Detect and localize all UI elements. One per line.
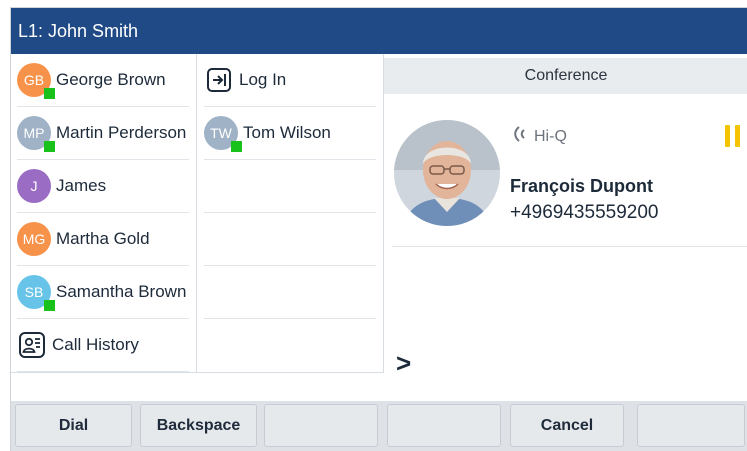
empty-softkey[interactable] (264, 404, 378, 447)
call-history-label: Call History (52, 335, 139, 354)
contact-samantha-brown[interactable]: SB Samantha Brown (17, 266, 189, 319)
avatar: J (17, 169, 51, 203)
contact-martha-gold[interactable]: MG Martha Gold (17, 213, 189, 266)
hiq-icon (510, 124, 530, 149)
presence-available-icon (44, 88, 55, 99)
divider (392, 246, 747, 247)
contact-name: Samantha Brown (56, 282, 187, 301)
conference-header: Conference (384, 58, 747, 94)
contact-name: Tom Wilson (243, 123, 331, 142)
contact-george-brown[interactable]: GB George Brown (17, 54, 189, 107)
contact-tom-wilson[interactable]: TW Tom Wilson (204, 107, 376, 160)
softkey-bar: Dial Backspace Cancel (11, 401, 747, 451)
contact-martin-perderson[interactable]: MP Martin Perderson (17, 107, 189, 160)
line-title: L1: John Smith (18, 21, 139, 41)
dial-softkey[interactable]: Dial (15, 404, 132, 447)
login-label: Log In (239, 70, 287, 89)
caller-name: François Dupont (510, 176, 653, 196)
empty-softkey[interactable] (387, 404, 501, 447)
call-panel: Conference Hi-Q François Dupont +4969435… (384, 58, 747, 402)
empty-key[interactable] (204, 160, 376, 213)
avatar: MP (17, 116, 55, 152)
presence-available-icon (231, 141, 242, 152)
login-button[interactable]: Log In (204, 54, 376, 107)
call-history-icon (17, 330, 47, 360)
line-title-bar: L1: John Smith (11, 8, 747, 54)
dial-prompt: > (396, 348, 412, 378)
codec-label: Hi-Q (534, 127, 567, 145)
contact-name: George Brown (56, 70, 166, 89)
avatar: SB (17, 275, 55, 311)
empty-key[interactable] (204, 213, 376, 266)
cancel-softkey[interactable]: Cancel (510, 404, 624, 447)
login-icon (204, 65, 234, 95)
empty-softkey[interactable] (637, 404, 745, 447)
contact-name: Martin Perderson (56, 123, 187, 142)
contact-name: James (56, 176, 107, 195)
presence-available-icon (44, 141, 55, 152)
contact-name: Martha Gold (56, 229, 150, 248)
speed-dial-column-1: GB George Brown MP Martin Perderson J Ja… (11, 54, 197, 372)
backspace-softkey[interactable]: Backspace (140, 404, 257, 447)
avatar: TW (204, 116, 242, 152)
avatar: GB (17, 63, 55, 99)
caller-photo (394, 120, 500, 226)
speed-dial-column-2: Log In TW Tom Wilson (197, 54, 384, 372)
hold-pause-icon[interactable] (724, 124, 742, 153)
empty-key[interactable] (204, 266, 376, 319)
phone-screen: L1: John Smith GB George Brown MP Martin… (10, 7, 747, 451)
avatar: MG (17, 222, 51, 256)
hiq-indicator: Hi-Q (510, 124, 567, 149)
presence-available-icon (44, 300, 55, 311)
caller-number: +4969435559200 (510, 202, 659, 223)
call-history-button[interactable]: Call History (17, 319, 189, 372)
contact-james[interactable]: J James (17, 160, 189, 213)
